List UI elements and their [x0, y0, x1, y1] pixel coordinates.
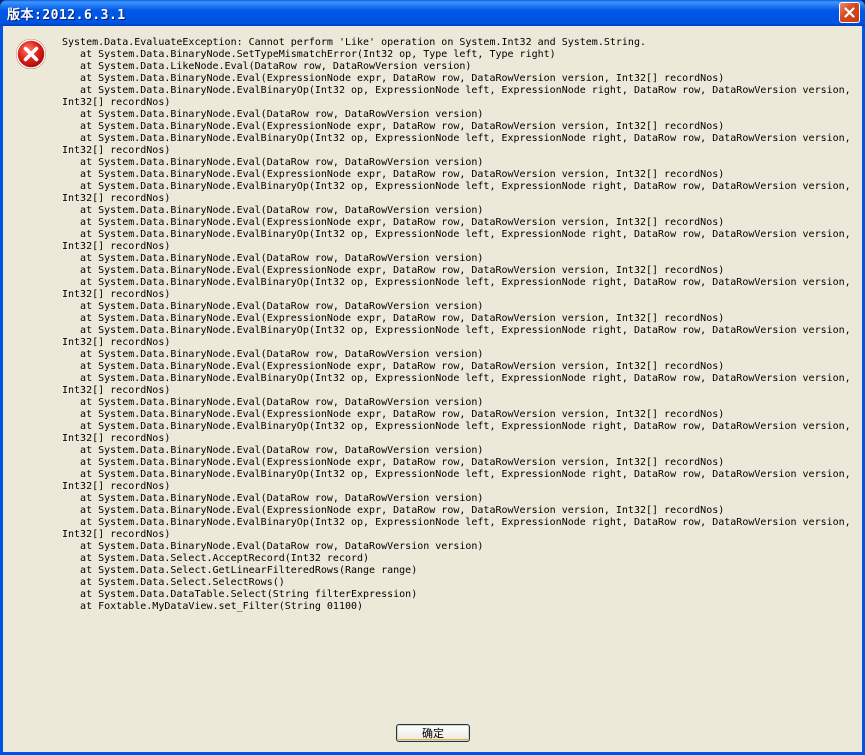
- error-message-line: at System.Data.BinaryNode.EvalBinaryOp(I…: [62, 229, 851, 240]
- error-message-line: at System.Data.BinaryNode.SetTypeMismatc…: [62, 49, 556, 60]
- error-message-line: at System.Data.BinaryNode.Eval(DataRow r…: [62, 493, 484, 504]
- error-message-line: Int32[] recordNos): [62, 289, 171, 300]
- error-message-line: at System.Data.Select.GetLinearFilteredR…: [62, 565, 418, 576]
- error-message-line: at System.Data.BinaryNode.EvalBinaryOp(I…: [62, 85, 851, 96]
- error-message-line: at System.Data.BinaryNode.Eval(Expressio…: [62, 265, 725, 276]
- error-message-line: at System.Data.Select.SelectRows(): [62, 577, 285, 588]
- error-message-line: at Foxtable.MyDataView.set_Filter(String…: [62, 601, 364, 612]
- error-message-line: System.Data.EvaluateException: Cannot pe…: [62, 37, 646, 48]
- error-message-line: at System.Data.BinaryNode.Eval(Expressio…: [62, 121, 725, 132]
- error-message-line: at System.Data.BinaryNode.EvalBinaryOp(I…: [62, 421, 851, 432]
- error-message-line: at System.Data.BinaryNode.Eval(DataRow r…: [62, 349, 484, 360]
- error-message-line: at System.Data.BinaryNode.Eval(DataRow r…: [62, 397, 484, 408]
- ok-button[interactable]: 确定: [396, 724, 470, 742]
- title-bar[interactable]: 版本:2012.6.3.1: [0, 0, 865, 26]
- error-message-line: at System.Data.BinaryNode.Eval(Expressio…: [62, 73, 725, 84]
- error-message-line: Int32[] recordNos): [62, 145, 171, 156]
- error-message-line: at System.Data.BinaryNode.EvalBinaryOp(I…: [62, 517, 851, 528]
- error-message-line: at System.Data.LikeNode.Eval(DataRow row…: [62, 61, 472, 72]
- error-message-line: at System.Data.BinaryNode.EvalBinaryOp(I…: [62, 181, 851, 192]
- error-message-line: at System.Data.BinaryNode.Eval(DataRow r…: [62, 541, 484, 552]
- error-message-line: at System.Data.BinaryNode.EvalBinaryOp(I…: [62, 133, 851, 144]
- error-message-line: Int32[] recordNos): [62, 385, 171, 396]
- error-message-line: at System.Data.BinaryNode.Eval(DataRow r…: [62, 205, 484, 216]
- error-message-line: at System.Data.BinaryNode.Eval(DataRow r…: [62, 157, 484, 168]
- error-message-line: Int32[] recordNos): [62, 529, 171, 540]
- error-message-line: Int32[] recordNos): [62, 481, 171, 492]
- error-message-line: at System.Data.BinaryNode.EvalBinaryOp(I…: [62, 373, 851, 384]
- error-message-line: Int32[] recordNos): [62, 193, 171, 204]
- close-button[interactable]: [839, 2, 860, 23]
- error-message-line: Int32[] recordNos): [62, 97, 171, 108]
- error-message-line: at System.Data.BinaryNode.Eval(Expressio…: [62, 457, 725, 468]
- error-message-line: at System.Data.BinaryNode.Eval(DataRow r…: [62, 445, 484, 456]
- error-message-line: at System.Data.BinaryNode.Eval(Expressio…: [62, 361, 725, 372]
- error-icon: [16, 39, 46, 69]
- error-message-line: at System.Data.BinaryNode.Eval(DataRow r…: [62, 109, 484, 120]
- error-message-line: at System.Data.Select.AcceptRecord(Int32…: [62, 553, 370, 564]
- error-message-line: at System.Data.BinaryNode.Eval(Expressio…: [62, 169, 725, 180]
- error-message-line: Int32[] recordNos): [62, 241, 171, 252]
- error-message-text: System.Data.EvaluateException: Cannot pe…: [62, 37, 854, 613]
- error-message-line: at System.Data.BinaryNode.EvalBinaryOp(I…: [62, 325, 851, 336]
- error-message-line: at System.Data.BinaryNode.Eval(DataRow r…: [62, 301, 484, 312]
- error-message-line: at System.Data.BinaryNode.EvalBinaryOp(I…: [62, 469, 851, 480]
- error-message-line: at System.Data.DataTable.Select(String f…: [62, 589, 418, 600]
- close-icon: [844, 7, 855, 18]
- dialog-body: System.Data.EvaluateException: Cannot pe…: [3, 26, 862, 752]
- error-message-line: at System.Data.BinaryNode.Eval(Expressio…: [62, 505, 725, 516]
- window-title: 版本:2012.6.3.1: [7, 8, 126, 23]
- error-message-line: at System.Data.BinaryNode.Eval(Expressio…: [62, 217, 725, 228]
- error-message-line: at System.Data.BinaryNode.EvalBinaryOp(I…: [62, 277, 851, 288]
- error-message-line: at System.Data.BinaryNode.Eval(Expressio…: [62, 313, 725, 324]
- error-message-line: at System.Data.BinaryNode.Eval(DataRow r…: [62, 253, 484, 264]
- error-dialog-window: 版本:2012.6.3.1 System.Data.EvaluateExcept…: [0, 0, 865, 755]
- error-message-line: Int32[] recordNos): [62, 433, 171, 444]
- error-message-line: Int32[] recordNos): [62, 337, 171, 348]
- error-message-line: at System.Data.BinaryNode.Eval(Expressio…: [62, 409, 725, 420]
